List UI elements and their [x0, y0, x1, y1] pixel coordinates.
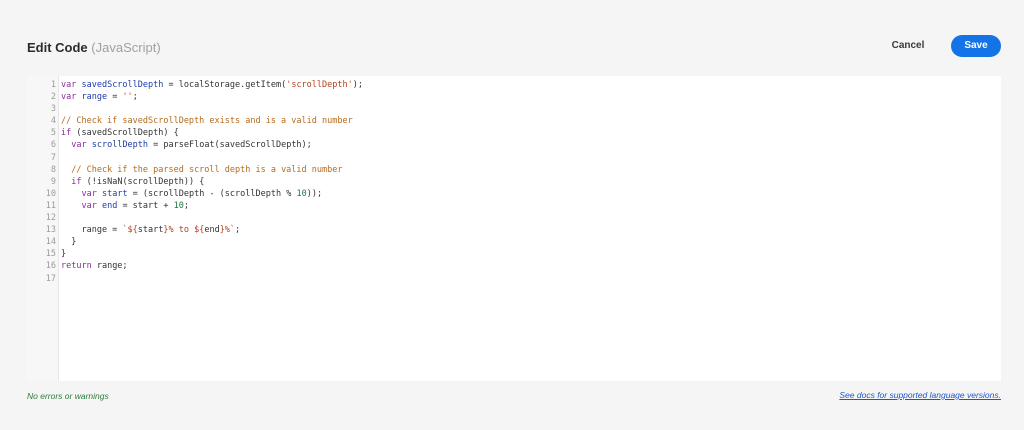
code-token: 'scrollDepth' — [286, 80, 353, 90]
code-token: end — [101, 200, 118, 211]
code-token: range; — [91, 261, 128, 272]
code-line: if (!isNaN(scrollDepth)) { — [61, 176, 1001, 188]
code-token: } — [61, 237, 77, 248]
code-token: if — [71, 176, 82, 187]
code-line: var start = (scrollDepth - (scrollDepth … — [61, 188, 1001, 200]
line-numbers: 1 2 3 4 5 6 7 8 9 10 11 12 13 14 15 16 17 — [27, 79, 56, 285]
code-line: if (savedScrollDepth) { — [61, 127, 1001, 139]
code-line: var end = start + 10; — [61, 200, 1001, 212]
code-token: } — [61, 249, 67, 260]
code-token: ); — [352, 80, 363, 90]
code-token: var — [61, 80, 82, 90]
code-token: }% to ${ — [163, 225, 205, 236]
cancel-button[interactable]: Cancel — [880, 34, 936, 58]
code-token: scrollDepth — [91, 140, 149, 151]
code-token: var — [61, 92, 82, 103]
code-token: if — [61, 128, 72, 139]
code-token: start — [137, 225, 164, 236]
line-number: 16 — [45, 261, 56, 272]
code-token: // Check if the parsed scroll depth is a… — [71, 164, 343, 175]
code-token: = parseFloat(savedScrollDepth); — [148, 140, 312, 151]
code-line: ​ — [61, 273, 1001, 285]
dialog-header: Edit Code (JavaScript) Cancel Save — [0, 0, 1024, 76]
code-token: (!isNaN(scrollDepth)) { — [81, 176, 205, 187]
line-number: 9 — [50, 176, 56, 187]
code-token: 10 — [296, 188, 307, 199]
code-line: range = `${start}% to ${end}%`; — [61, 224, 1001, 236]
line-number: 1 — [50, 80, 56, 90]
line-number-gutter: 1 2 3 4 5 6 7 8 9 10 11 12 13 14 15 16 17 — [27, 76, 59, 381]
code-token: var — [81, 200, 102, 211]
code-token: return — [61, 261, 92, 272]
line-number: 5 — [50, 128, 56, 139]
title-text: Edit Code — [27, 40, 88, 55]
code-token: savedScrollDepth — [81, 80, 164, 90]
code-token: 10 — [173, 200, 184, 211]
code-line: // Check if the parsed scroll depth is a… — [61, 164, 1001, 176]
code-token: = start + — [117, 200, 174, 211]
code-token: var — [81, 188, 102, 199]
code-token: range = — [61, 225, 123, 236]
code-token: // Check if savedScrollDepth exists and … — [61, 116, 353, 127]
line-number: 17 — [45, 273, 56, 284]
language-label: (JavaScript) — [91, 40, 161, 55]
save-button[interactable]: Save — [951, 35, 1001, 57]
code-token: var — [71, 140, 92, 151]
code-area[interactable]: var savedScrollDepth = localStorage.getI… — [61, 79, 1001, 285]
code-token: = — [107, 92, 123, 103]
code-token: start — [101, 188, 128, 199]
line-number: 15 — [45, 249, 56, 260]
code-token: )); — [306, 188, 323, 199]
code-line: ​ — [61, 212, 1001, 224]
page-title: Edit Code (JavaScript) — [27, 40, 161, 55]
line-number: 11 — [45, 200, 56, 211]
code-line: return range; — [61, 260, 1001, 272]
line-number: 6 — [50, 140, 56, 151]
code-token: range — [81, 92, 108, 103]
line-number: 13 — [45, 225, 56, 236]
code-line: } — [61, 236, 1001, 248]
code-line: var range = ''; — [61, 91, 1001, 103]
code-token: ; — [132, 92, 138, 103]
code-line: ​ — [61, 103, 1001, 115]
code-line: ​ — [61, 152, 1001, 164]
line-number: 12 — [45, 213, 56, 224]
line-number: 8 — [50, 164, 56, 175]
code-token: ; — [183, 200, 189, 211]
code-line: // Check if savedScrollDepth exists and … — [61, 115, 1001, 127]
code-token: (savedScrollDepth) { — [71, 128, 179, 139]
line-number: 2 — [50, 92, 56, 103]
line-number: 7 — [50, 152, 56, 163]
code-token: }%` — [219, 225, 236, 236]
code-token: `${ — [122, 225, 138, 236]
code-token: end — [204, 225, 220, 236]
code-line: var scrollDepth = parseFloat(savedScroll… — [61, 139, 1001, 151]
validation-status: No errors or warnings — [27, 391, 109, 401]
code-editor[interactable]: 1 2 3 4 5 6 7 8 9 10 11 12 13 14 15 16 17 var savedScrol… — [27, 76, 1001, 381]
line-number: 3 — [50, 104, 56, 115]
line-number: 14 — [45, 237, 56, 248]
docs-link[interactable]: See docs for supported language versions… — [839, 390, 1001, 400]
code-line: } — [61, 248, 1001, 260]
code-token: = localStorage.getItem( — [163, 80, 287, 90]
code-token: ; — [235, 225, 241, 236]
line-number: 10 — [45, 188, 56, 199]
code-line: var savedScrollDepth = localStorage.getI… — [61, 79, 1001, 91]
code-token: = (scrollDepth - (scrollDepth % — [127, 188, 297, 199]
line-number: 4 — [50, 116, 56, 127]
code-token: '' — [122, 92, 133, 103]
